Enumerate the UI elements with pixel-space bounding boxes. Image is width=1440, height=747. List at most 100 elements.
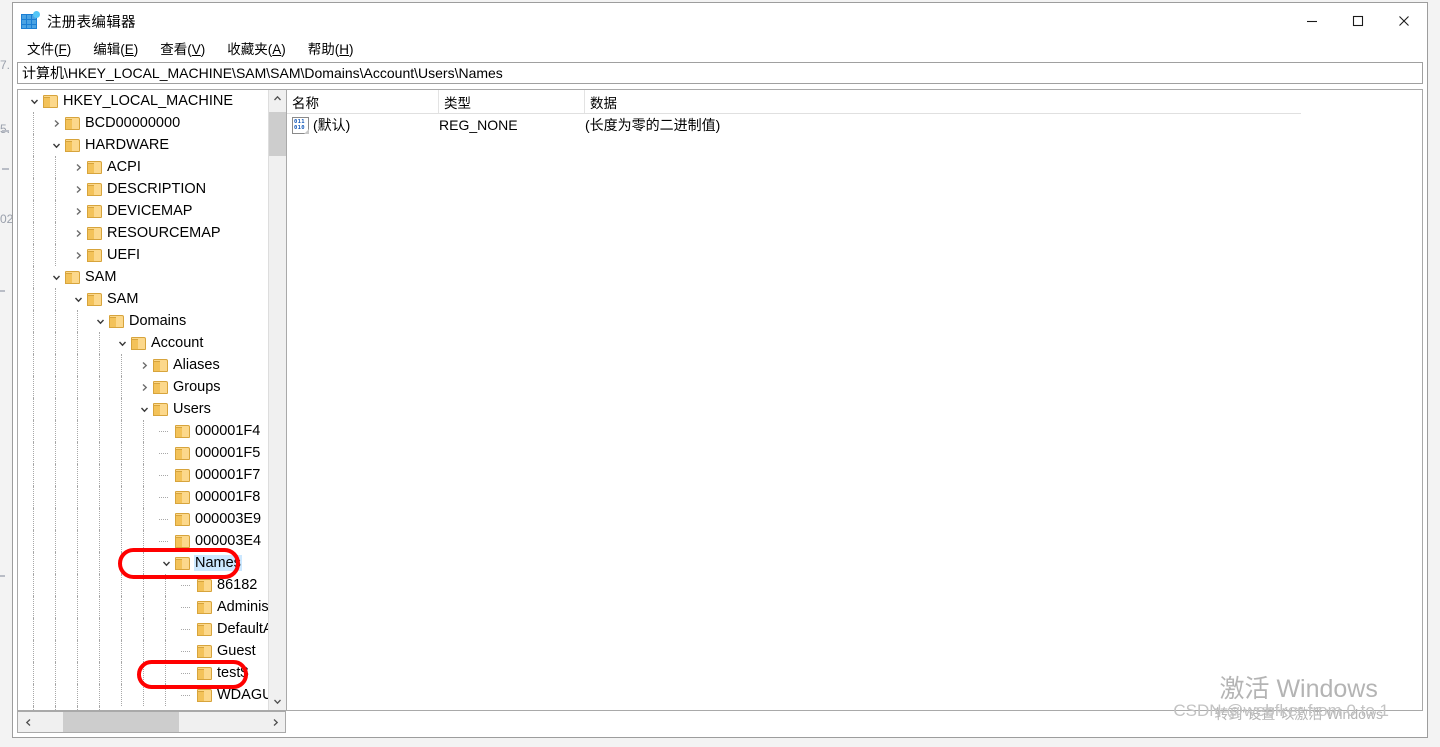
tree-guide-line — [143, 574, 145, 596]
address-input[interactable]: 计算机\HKEY_LOCAL_MACHINE\SAM\SAM\Domains\A… — [17, 62, 1423, 84]
tree-item-names[interactable]: Names — [18, 552, 269, 574]
tree-scroll-thumb[interactable] — [269, 112, 286, 156]
tree-guide-line — [33, 420, 35, 442]
value-row[interactable]: 011 010 (默认) REG_NONE (长度为零的二进制值) — [287, 114, 1422, 136]
tree-item-content: Guest — [197, 640, 256, 662]
tree-item-content: RESOURCEMAP — [87, 222, 221, 244]
tree-item-description[interactable]: DESCRIPTION — [18, 178, 269, 200]
chevron-down-icon[interactable] — [158, 552, 174, 574]
tree-item-000003e9[interactable]: 000003E9 — [18, 508, 269, 530]
scroll-left-icon[interactable] — [18, 712, 38, 732]
chevron-right-icon[interactable] — [136, 376, 152, 398]
tree-guide-line — [77, 442, 79, 464]
tree-guide-line — [33, 156, 35, 178]
tree-leaf-connector — [181, 695, 190, 696]
tree-guide-line — [55, 596, 57, 618]
tree-guide-line — [33, 508, 35, 530]
chevron-right-icon[interactable] — [136, 354, 152, 376]
chevron-down-icon[interactable] — [114, 332, 130, 354]
minimize-button[interactable] — [1289, 3, 1335, 39]
tree-h-scroll-thumb[interactable] — [63, 712, 179, 732]
tree-guide-line — [77, 420, 79, 442]
tree-item-000001f8[interactable]: 000001F8 — [18, 486, 269, 508]
column-header-type[interactable]: 类型 — [439, 90, 585, 113]
tree-item-bcd00000000[interactable]: BCD00000000 — [18, 112, 269, 134]
chevron-right-icon[interactable] — [70, 244, 86, 266]
tree-item-sam[interactable]: SAM — [18, 266, 269, 288]
tree-item-000001f5[interactable]: 000001F5 — [18, 442, 269, 464]
tree-item-hardware[interactable]: HARDWARE — [18, 134, 269, 156]
tree-item-guest[interactable]: Guest — [18, 640, 269, 662]
tree-item-content: Domains — [109, 310, 186, 332]
tree-item-test-[interactable]: test$ — [18, 662, 269, 684]
tree-item-administr[interactable]: Administr — [18, 596, 269, 618]
menu-item-view[interactable]: 查看(V) — [160, 43, 205, 57]
registry-tree-pane: HKEY_LOCAL_MACHINE BCD00000000 HARDWARE ACP… — [17, 89, 286, 711]
tree-item-account[interactable]: Account — [18, 332, 269, 354]
tree-leaf-connector — [181, 607, 190, 608]
folder-icon — [197, 578, 212, 592]
tree-horizontal-scrollbar[interactable] — [17, 711, 286, 733]
tree-item-sam[interactable]: SAM — [18, 288, 269, 310]
chevron-down-icon[interactable] — [48, 134, 64, 156]
menu-item-help[interactable]: 帮助(H) — [308, 43, 354, 57]
tree-item-aliases[interactable]: Aliases — [18, 354, 269, 376]
tree-item-86182[interactable]: 86182 — [18, 574, 269, 596]
tree-guide-line — [55, 398, 57, 420]
tree-item-resourcemap[interactable]: RESOURCEMAP — [18, 222, 269, 244]
registry-tree[interactable]: HKEY_LOCAL_MACHINE BCD00000000 HARDWARE ACP… — [18, 90, 269, 710]
folder-icon — [87, 248, 102, 262]
chevron-down-icon[interactable] — [136, 398, 152, 420]
tree-item-builti[interactable]: Builti — [18, 706, 269, 710]
chevron-right-icon[interactable] — [70, 156, 86, 178]
tree-item-label: Aliases — [173, 356, 220, 373]
tree-guide-line — [55, 618, 57, 640]
tree-guide-line — [77, 706, 79, 710]
tree-guide-line — [55, 486, 57, 508]
tree-item-content: DEVICEMAP — [87, 200, 192, 222]
maximize-button[interactable] — [1335, 3, 1381, 39]
menu-item-edit[interactable]: 编辑(E) — [93, 43, 138, 57]
tree-guide-line — [121, 596, 123, 618]
tree-item-uefi[interactable]: UEFI — [18, 244, 269, 266]
close-button[interactable] — [1381, 3, 1427, 39]
tree-item-users[interactable]: Users — [18, 398, 269, 420]
tree-vertical-scrollbar[interactable] — [268, 90, 286, 710]
tree-guide-line — [143, 486, 145, 508]
tree-item-000001f4[interactable]: 000001F4 — [18, 420, 269, 442]
tree-item-groups[interactable]: Groups — [18, 376, 269, 398]
tree-item-devicemap[interactable]: DEVICEMAP — [18, 200, 269, 222]
tree-item-label: Domains — [129, 312, 187, 329]
tree-guide-line — [121, 530, 123, 552]
tree-guide-line — [99, 464, 101, 486]
chevron-down-icon[interactable] — [48, 266, 64, 288]
tree-item-hkey-local-machine[interactable]: HKEY_LOCAL_MACHINE — [18, 90, 269, 112]
tree-item-acpi[interactable]: ACPI — [18, 156, 269, 178]
tree-item-000003e4[interactable]: 000003E4 — [18, 530, 269, 552]
folder-icon — [197, 688, 212, 702]
chevron-right-icon[interactable] — [48, 112, 64, 134]
scroll-down-icon[interactable] — [269, 693, 286, 710]
chevron-right-icon[interactable] — [70, 200, 86, 222]
menu-item-favorites[interactable]: 收藏夹(A) — [227, 43, 286, 57]
tree-item-000001f7[interactable]: 000001F7 — [18, 464, 269, 486]
column-header-data[interactable]: 数据 — [585, 90, 1299, 113]
chevron-down-icon[interactable] — [26, 90, 42, 112]
tree-item-content: 86182 — [197, 574, 257, 596]
registry-values-list[interactable]: 011 010 (默认) REG_NONE (长度为零的二进制值) — [287, 114, 1422, 136]
tree-guide-line — [33, 398, 35, 420]
chevron-right-icon[interactable] — [70, 222, 86, 244]
menu-item-file[interactable]: 文件(F) — [27, 43, 71, 57]
tree-guide-line — [55, 244, 57, 266]
chevron-down-icon[interactable] — [92, 310, 108, 332]
tree-item-wdagutil[interactable]: WDAGUtil — [18, 684, 269, 706]
tree-leaf-connector — [159, 497, 168, 498]
scroll-right-icon[interactable] — [265, 712, 285, 732]
scroll-up-icon[interactable] — [269, 90, 286, 107]
tree-guide-line — [77, 662, 79, 684]
tree-item-domains[interactable]: Domains — [18, 310, 269, 332]
chevron-down-icon[interactable] — [70, 288, 86, 310]
column-header-name[interactable]: 名称 — [287, 90, 439, 113]
tree-item-defaultac[interactable]: DefaultAc — [18, 618, 269, 640]
chevron-right-icon[interactable] — [70, 178, 86, 200]
